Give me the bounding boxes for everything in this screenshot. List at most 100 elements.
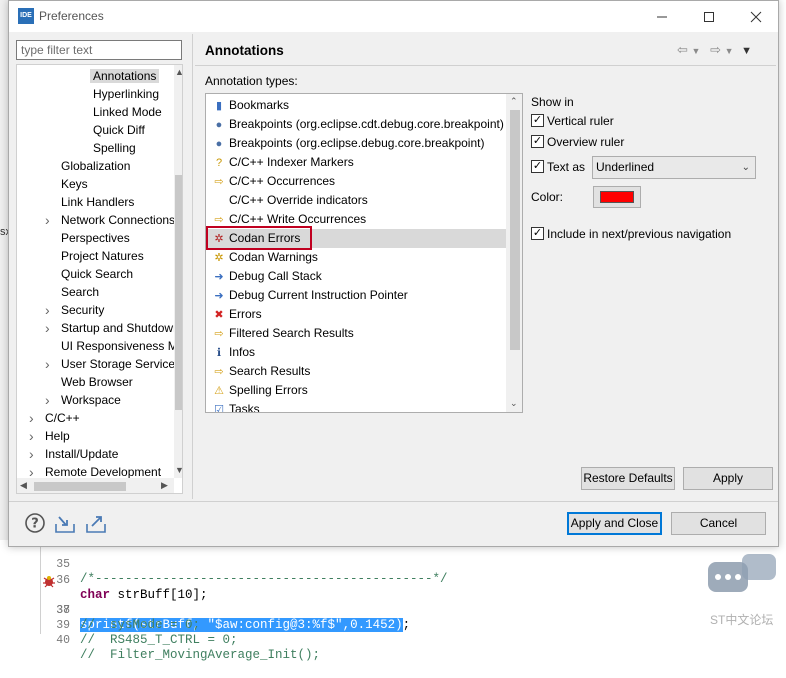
annotation-type-item[interactable]: ⇨ C/C++ Occurrences xyxy=(212,172,335,191)
tree-item[interactable]: Workspace xyxy=(61,391,121,409)
tree-item[interactable]: Project Natures xyxy=(61,247,144,265)
tree-item[interactable]: Help xyxy=(45,427,70,445)
tree-item[interactable]: Link Handlers xyxy=(61,193,134,211)
annotation-type-item[interactable]: ⇨ Search Results xyxy=(212,362,310,381)
maximize-button[interactable] xyxy=(691,3,727,30)
tree-item[interactable]: Startup and Shutdown xyxy=(61,319,180,337)
color-picker-button[interactable] xyxy=(593,186,641,208)
minimize-button[interactable] xyxy=(644,3,680,30)
tree-item[interactable]: Globalization xyxy=(61,157,130,175)
annotation-type-item[interactable]: ✖ Errors xyxy=(212,305,261,324)
scroll-down-arrow-icon[interactable]: ▼ xyxy=(175,465,182,475)
annotation-type-item[interactable]: ⇨ Filtered Search Results xyxy=(212,324,353,343)
apply-and-close-button[interactable]: Apply and Close xyxy=(567,512,662,535)
annotation-type-item[interactable]: ✲ Codan Warnings xyxy=(212,248,318,267)
editor-line: 38 // sysMode = 0; xyxy=(0,588,786,632)
preference-tree[interactable]: Annotations Hyperlinking Linked Mode Quick … xyxy=(16,64,183,494)
scroll-right-arrow-icon[interactable]: ▶ xyxy=(161,480,168,491)
annotation-type-label: Debug Current Instruction Pointer xyxy=(229,288,408,302)
text-as-select[interactable]: Underlined ⌄ xyxy=(592,156,756,179)
annotation-type-item[interactable]: ▮ Bookmarks xyxy=(212,96,289,115)
tree-item[interactable]: Quick Search xyxy=(61,265,133,283)
back-menu-chevron-icon[interactable]: ▼ xyxy=(692,46,701,56)
include-navigation-label[interactable]: Include in next/previous navigation xyxy=(547,227,731,241)
tree-item-label: Spelling xyxy=(93,141,136,155)
close-button[interactable] xyxy=(738,3,774,30)
annotation-type-item[interactable]: ● Breakpoints (org.eclipse.debug.core.bre… xyxy=(212,134,485,153)
text-as-label[interactable]: Text as xyxy=(547,160,585,174)
restore-defaults-button[interactable]: Restore Defaults xyxy=(581,467,675,490)
tree-item[interactable]: Web Browser xyxy=(61,373,133,391)
tree-item-label: Search xyxy=(61,285,100,299)
tree-expand-chevron-icon[interactable]: › xyxy=(29,428,39,444)
scroll-down-arrow-icon[interactable]: ⌄ xyxy=(510,398,518,409)
title-bar[interactable]: IDE Preferences xyxy=(9,1,778,32)
error-icon: ✖ xyxy=(214,309,224,321)
tree-horizontal-scroll-thumb[interactable] xyxy=(34,482,126,491)
back-arrow-icon[interactable]: ⇦ xyxy=(677,42,688,57)
scroll-up-arrow-icon[interactable]: ▲ xyxy=(175,67,182,77)
tree-expand-chevron-icon[interactable]: › xyxy=(45,302,55,318)
tree-expand-chevron-icon[interactable]: › xyxy=(45,392,55,408)
annotation-type-label: Search Results xyxy=(229,364,311,378)
tree-item[interactable]: Install/Update xyxy=(45,445,118,463)
scroll-up-arrow-icon[interactable]: ⌃ xyxy=(510,96,518,107)
tree-item[interactable]: Network Connections xyxy=(61,211,175,229)
filter-input[interactable] xyxy=(16,40,182,60)
vertical-ruler-label[interactable]: Vertical ruler xyxy=(547,114,614,128)
tree-item[interactable]: Keys xyxy=(61,175,88,193)
annotation-types-list[interactable]: ▮ Bookmarks ● Breakpoints (org.eclipse.cdt.… xyxy=(205,93,523,413)
tree-item[interactable]: User Storage Service xyxy=(61,355,175,373)
help-icon[interactable]: ? xyxy=(24,512,46,534)
overview-ruler-checkbox[interactable]: ✓ xyxy=(531,135,544,148)
scroll-left-arrow-icon[interactable]: ◀ xyxy=(20,480,27,491)
tree-expand-chevron-icon[interactable]: › xyxy=(45,212,55,228)
annotation-list-scrollbar[interactable]: ⌃ ⌄ xyxy=(506,94,522,412)
tree-item[interactable]: Perspectives xyxy=(61,229,130,247)
cancel-button[interactable]: Cancel xyxy=(671,512,766,535)
annotation-type-item[interactable]: ⚠ Spelling Errors xyxy=(212,381,308,400)
tree-item-label: Perspectives xyxy=(61,231,130,245)
include-navigation-checkbox[interactable]: ✓ xyxy=(531,227,544,240)
tree-expand-chevron-icon[interactable]: › xyxy=(29,410,39,426)
overview-ruler-label[interactable]: Overview ruler xyxy=(547,135,624,149)
tree-vertical-scrollbar[interactable]: ▲ ▼ xyxy=(174,65,182,478)
vertical-ruler-checkbox[interactable]: ✓ xyxy=(531,114,544,127)
tree-expand-chevron-icon[interactable]: › xyxy=(45,356,55,372)
annotation-types-label: Annotation types: xyxy=(205,74,298,88)
title-separator xyxy=(195,65,776,66)
filtered-search-arrow-icon: ⇨ xyxy=(214,328,224,340)
forward-arrow-icon[interactable]: ⇨ xyxy=(710,42,721,57)
tree-item[interactable]: Search xyxy=(61,283,99,301)
tree-expand-chevron-icon[interactable]: › xyxy=(45,320,55,336)
tree-item[interactable]: Hyperlinking xyxy=(93,85,159,103)
export-icon[interactable] xyxy=(85,512,107,534)
apply-button[interactable]: Apply xyxy=(683,467,773,490)
annotation-type-item[interactable]: ● Breakpoints (org.eclipse.cdt.debug.core… xyxy=(212,115,504,134)
tree-item-label: Hyperlinking xyxy=(93,87,160,101)
tree-item[interactable]: Security xyxy=(61,301,104,319)
annotation-list-scroll-thumb[interactable] xyxy=(510,110,520,350)
annotation-type-item[interactable]: ☑ Tasks xyxy=(212,400,260,412)
view-menu-icon[interactable]: ▼ xyxy=(741,45,752,57)
annotation-type-item[interactable]: ➜ Debug Current Instruction Pointer xyxy=(212,286,408,305)
background-window-strip: sx xyxy=(0,0,11,540)
annotation-type-item[interactable]: ? C/C++ Indexer Markers xyxy=(212,153,354,172)
tree-item[interactable]: UI Responsiveness Monitoring xyxy=(61,337,182,355)
annotation-type-item[interactable]: ➜ Debug Call Stack xyxy=(212,267,322,286)
tree-item[interactable]: Linked Mode xyxy=(93,103,162,121)
text-as-checkbox[interactable]: ✓ xyxy=(531,160,544,173)
import-icon[interactable] xyxy=(54,512,76,534)
tree-horizontal-scrollbar[interactable]: ◀ ▶ xyxy=(17,478,174,493)
tree-item[interactable]: Quick Diff xyxy=(93,121,145,139)
annotation-type-label: Debug Call Stack xyxy=(229,269,322,283)
annotation-type-item[interactable]: C/C++ Override indicators xyxy=(212,191,368,210)
tree-item[interactable]: Spelling xyxy=(93,139,136,157)
tree-vertical-scroll-thumb[interactable] xyxy=(175,175,182,410)
pane-divider[interactable] xyxy=(192,34,193,499)
tree-expand-chevron-icon[interactable]: › xyxy=(29,446,39,462)
tree-item[interactable]: Annotations xyxy=(90,67,160,85)
annotation-type-item[interactable]: ℹ Infos xyxy=(212,343,255,362)
tree-item[interactable]: C/C++ xyxy=(45,409,80,427)
forward-menu-chevron-icon[interactable]: ▼ xyxy=(725,46,734,56)
